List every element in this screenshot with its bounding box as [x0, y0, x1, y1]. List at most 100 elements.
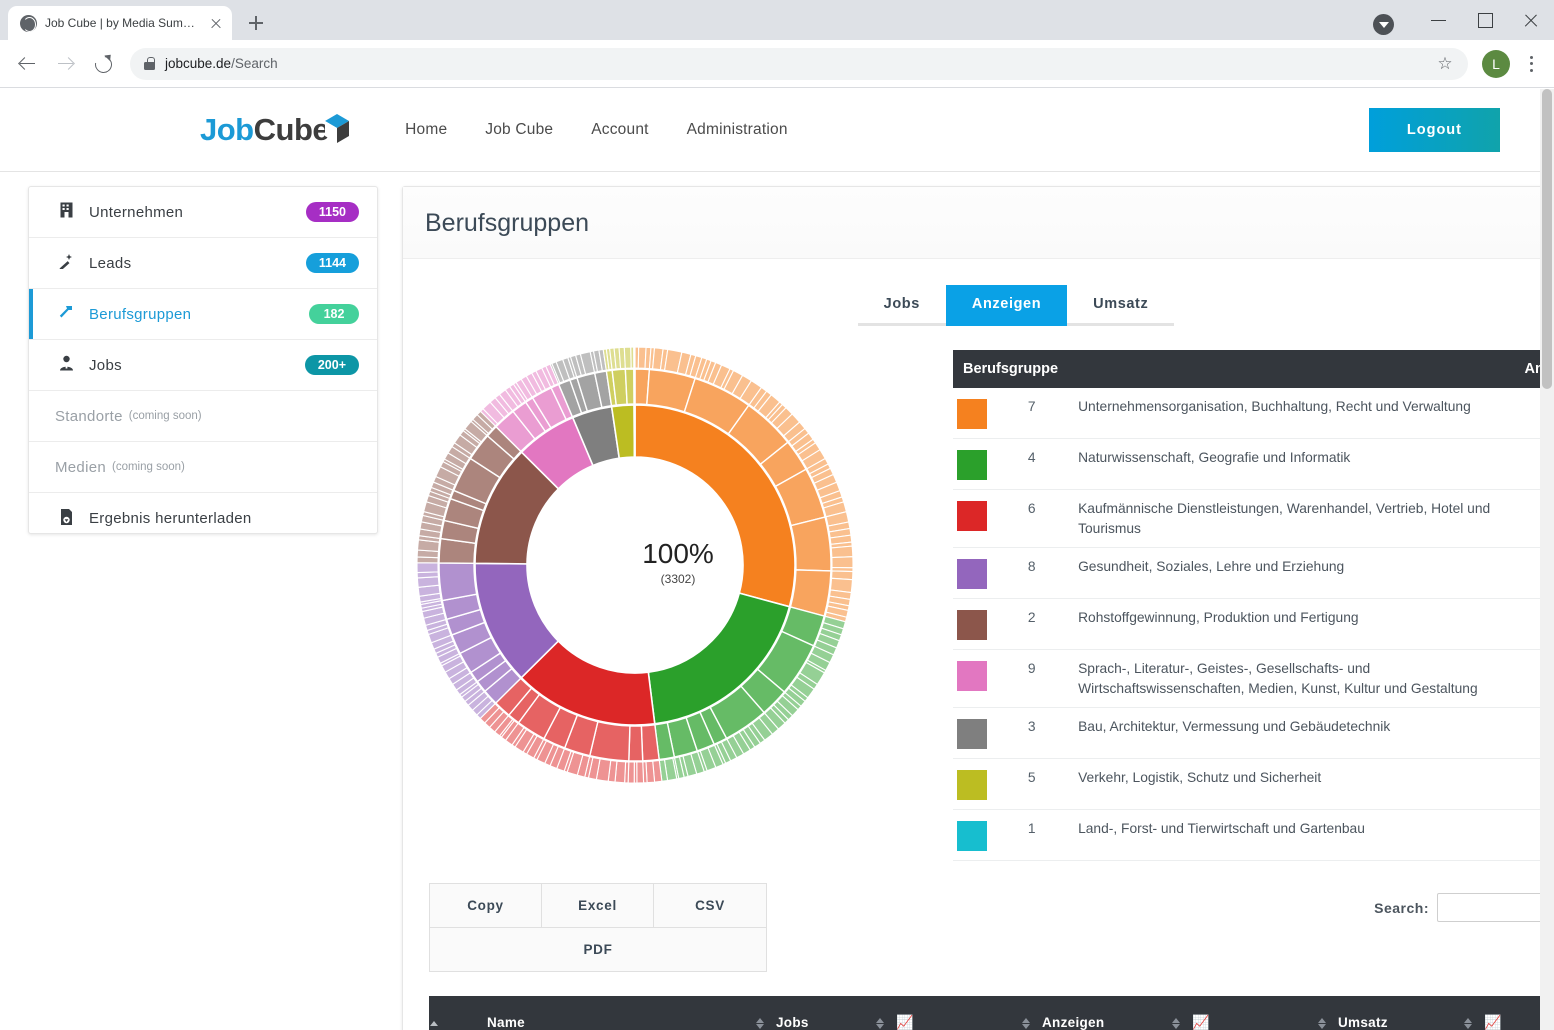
legend-col-group: Berufsgruppe [953, 350, 1069, 388]
favicon-icon [20, 14, 37, 32]
table-tools: Copy Excel CSV PDF Search: [403, 861, 1554, 973]
legend-row[interactable]: 8 Gesundheit, Soziales, Lehre und Erziehu… [953, 547, 1554, 600]
page-body: Unternehmen 1150 Leads 1144 Berufsgruppe… [0, 172, 1554, 1030]
donut-center-label: 100% (3302) [413, 538, 943, 586]
legend-swatch-cell [953, 809, 1018, 862]
sidebar-item-unternehmen[interactable]: Unternehmen 1150 [29, 187, 377, 238]
sidebar-item-berufsgruppen[interactable]: Berufsgruppen 182 [29, 289, 377, 340]
url-text: jobcube.de/Search [165, 56, 278, 71]
minimize-button[interactable] [1416, 0, 1462, 40]
col-jobs-trend[interactable]: 📈 [875, 996, 1021, 1030]
magic-wand-icon [55, 253, 77, 273]
legend-row[interactable]: 3 Bau, Architektur, Vermessung und Gebäud… [953, 707, 1554, 760]
copy-button[interactable]: Copy [430, 884, 542, 929]
maximize-button[interactable] [1462, 0, 1508, 40]
sort-icon [1463, 1017, 1472, 1030]
logo-text-cube: Cube [253, 112, 330, 147]
legend-id: 5 [1017, 758, 1069, 811]
legend-id: 9 [1017, 649, 1069, 709]
csv-button[interactable]: CSV [654, 884, 766, 929]
sort-icon [1317, 1017, 1326, 1030]
legend-id: 3 [1017, 707, 1069, 760]
legend-row[interactable]: 4 Naturwissenschaft, Geografie und Inform… [953, 438, 1554, 490]
donut-total: (3302) [660, 572, 696, 586]
page-viewport: JobCube Home Job Cube Account Administra… [0, 89, 1554, 1030]
legend-row[interactable]: 7 Unternehmensorganisation, Buchhaltung, … [953, 388, 1554, 439]
nav-item-account[interactable]: Account [591, 121, 648, 139]
building-icon [55, 202, 77, 222]
tab-umsatz[interactable]: Umsatz [1067, 285, 1175, 326]
sidebar-item-label: Standorte [55, 407, 123, 425]
search-area: Search: [1374, 883, 1554, 923]
legend-name: Land-, Forst- und Tierwirtschaft und Gar… [1068, 809, 1515, 862]
legend-swatch-cell [953, 707, 1018, 760]
close-icon[interactable] [208, 15, 224, 31]
logo-text-job: Job [200, 112, 254, 147]
col-anzeigen-trend[interactable]: 📈 [1171, 996, 1317, 1030]
browser-toolbar: jobcube.de/Search ☆ L [0, 40, 1554, 88]
legend-row[interactable]: 9 Sprach-, Literatur-, Geistes-, Gesellsc… [953, 649, 1554, 709]
col-jobs[interactable]: Jobs [755, 996, 875, 1030]
window-close-button[interactable] [1508, 0, 1554, 40]
sidebar-item-medien: Medien (coming soon) [29, 442, 377, 493]
bookmark-star-icon[interactable]: ☆ [1436, 54, 1454, 73]
col-anzeigen[interactable]: Anzeigen [1021, 996, 1171, 1030]
new-tab-button[interactable] [242, 9, 270, 37]
lock-icon [144, 57, 155, 70]
tab-anzeigen[interactable]: Anzeigen [945, 285, 1068, 326]
sunburst-segment[interactable] [623, 346, 632, 369]
profile-avatar[interactable]: L [1482, 49, 1510, 78]
legend-row[interactable]: 5 Verkehr, Logistik, Schutz und Sicherhei… [953, 758, 1554, 811]
nav-item-job-cube[interactable]: Job Cube [485, 121, 553, 139]
page-scrollbar[interactable] [1540, 89, 1554, 1030]
sidebar-item-standorte: Standorte (coming soon) [29, 391, 377, 442]
sidebar-item-label: Leads [89, 254, 132, 272]
sunburst-segment[interactable] [633, 368, 636, 405]
reload-icon[interactable] [86, 47, 120, 81]
logout-button[interactable]: Logout [1368, 108, 1500, 152]
tab-jobs[interactable]: Jobs [857, 285, 946, 326]
forward-button[interactable] [48, 47, 82, 81]
legend-row[interactable]: 6 Kaufmännische Dienstleistungen, Warenha… [953, 489, 1554, 549]
sunburst-segment[interactable] [636, 761, 645, 784]
sunburst-segment[interactable] [633, 404, 636, 458]
sunburst-chart[interactable]: 100% (3302) [413, 342, 943, 792]
nav-item-administration[interactable]: Administration [687, 121, 788, 139]
search-input[interactable] [1437, 893, 1554, 923]
legend-name: Kaufmännische Dienstleistungen, Warenhan… [1068, 489, 1515, 549]
sidebar-item-ergebnis-herunterladen[interactable]: Ergebnis herunterladen [29, 493, 377, 544]
site-logo[interactable]: JobCube [200, 112, 350, 148]
page-content: JobCube Home Job Cube Account Administra… [0, 89, 1554, 1030]
sidebar-item-leads[interactable]: Leads 1144 [29, 238, 377, 289]
sunburst-segment[interactable] [628, 725, 644, 762]
back-button[interactable] [10, 47, 44, 81]
scrollbar-thumb[interactable] [1542, 89, 1552, 389]
chrome-menu-icon[interactable] [1518, 49, 1544, 79]
pdf-button[interactable]: PDF [430, 928, 766, 972]
file-download-icon [55, 508, 77, 529]
sidebar-badge: 182 [309, 304, 359, 324]
legend-row[interactable]: 2 Rohstoffgewinnung, Produktion und Ferti… [953, 598, 1554, 651]
excel-button[interactable]: Excel [542, 884, 654, 929]
browser-tabstrip: Job Cube | by Media Summary [0, 0, 1554, 40]
coming-soon-label: (coming soon) [128, 410, 202, 422]
legend-id: 6 [1017, 489, 1069, 549]
nav-item-home[interactable]: Home [405, 121, 447, 139]
search-label: Search: [1374, 899, 1429, 916]
chrome-update-icon[interactable] [1373, 14, 1394, 35]
color-swatch [957, 399, 987, 429]
trend-chart-icon: 📈 [1192, 1014, 1210, 1030]
legend-name: Rohstoffgewinnung, Produktion und Fertig… [1068, 598, 1515, 651]
col-color [429, 996, 487, 1030]
browser-tab[interactable]: Job Cube | by Media Summary [8, 6, 232, 40]
col-name[interactable]: Name [487, 996, 755, 1030]
legend-row[interactable]: 1 Land-, Forst- und Tierwirtschaft und Ga… [953, 809, 1554, 862]
tab-title: Job Cube | by Media Summary [45, 16, 200, 30]
address-bar[interactable]: jobcube.de/Search ☆ [130, 47, 1468, 80]
color-swatch [957, 450, 987, 480]
sidebar-item-jobs[interactable]: Jobs 200+ [29, 340, 377, 391]
col-umsatz[interactable]: Umsatz [1317, 996, 1463, 1030]
sidebar-badge: 200+ [304, 355, 359, 375]
sunburst-segment[interactable] [624, 368, 635, 405]
legend-swatch-cell [953, 547, 1018, 600]
